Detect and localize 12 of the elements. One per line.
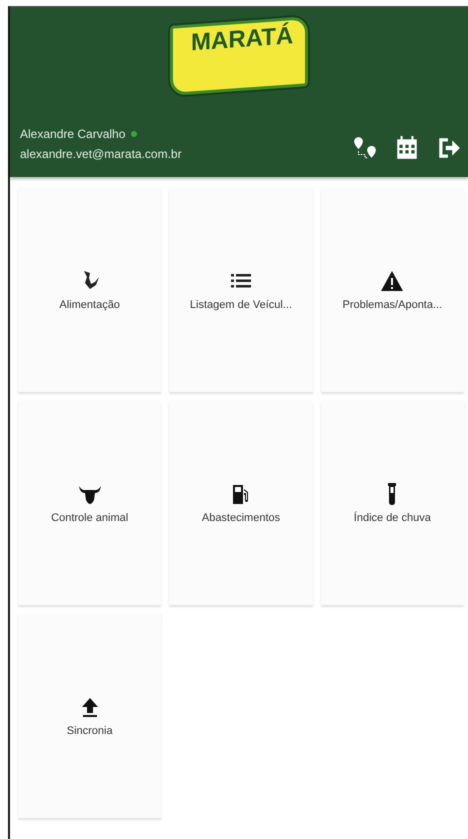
menu-tile[interactable]: Alimentação [18, 187, 162, 392]
user-email: alexandre.vet@marata.com.br [20, 147, 183, 161]
warning-icon [380, 268, 404, 292]
menu-tile[interactable]: Abastecimentos [169, 400, 313, 605]
menu-tile[interactable]: Problemas/Aponta... [320, 187, 464, 392]
user-name: Alexandre Carvalho [20, 127, 126, 141]
menu-tile[interactable]: Listagem de Veícul... [169, 187, 313, 392]
menu-tile[interactable]: Controle animal [18, 400, 162, 605]
route-button[interactable] [352, 135, 378, 161]
menu-tile[interactable]: Sincronia [18, 613, 162, 818]
brand-logo: MARATÁ [170, 16, 308, 96]
menu-tile[interactable]: Índice de chuva [320, 400, 464, 605]
